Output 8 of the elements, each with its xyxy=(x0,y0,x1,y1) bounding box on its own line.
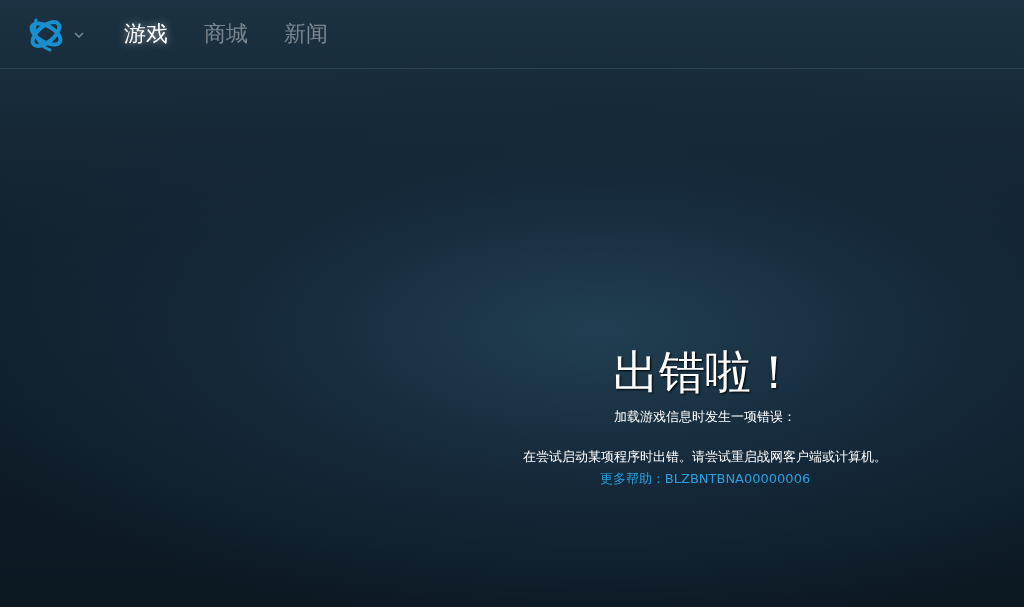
error-message: 在尝试启动某项程序时出错。请尝试重启战网客户端或计算机。 xyxy=(523,448,887,466)
caret-icon xyxy=(74,32,84,38)
error-title: 出错啦！ xyxy=(613,344,797,400)
nav-tab[interactable]: 游戏 xyxy=(124,19,168,49)
nav-tab[interactable]: 商城 xyxy=(204,19,248,49)
help-link[interactable]: 更多帮助：BLZBNTBNA00000006 xyxy=(599,470,811,488)
error-subtitle: 加载游戏信息时发生一项错误： xyxy=(614,408,796,426)
nav-tab[interactable]: 新闻 xyxy=(284,19,328,49)
